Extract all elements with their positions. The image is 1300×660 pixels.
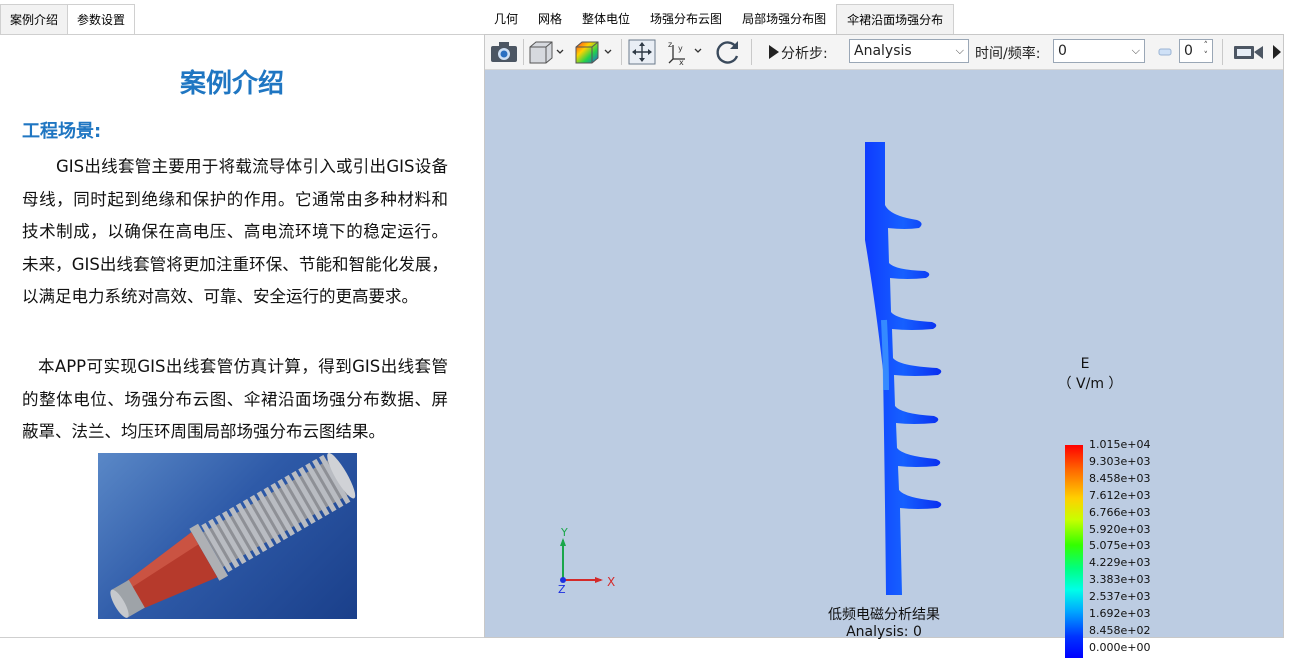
svg-text:x: x xyxy=(679,58,684,65)
divider xyxy=(523,39,524,65)
insulator-cross-section xyxy=(865,142,942,595)
render-canvas[interactable]: Y X Z 低频电磁分析结果 Analysis: 0 E （ V/m ） 1.0… xyxy=(485,70,1283,658)
color-cube-icon[interactable] xyxy=(573,39,615,65)
time-freq-label: 时间/频率: xyxy=(975,46,1041,62)
tab-local-field[interactable]: 局部场强分布图 xyxy=(732,4,836,34)
camera-icon[interactable] xyxy=(489,39,519,65)
tab-shed-surface-field[interactable]: 伞裙沿面场强分布 xyxy=(836,4,955,35)
axis-z-label: Z xyxy=(558,583,566,596)
chevron-down-icon: ⌵ xyxy=(955,44,964,57)
legend-tick-label: 5.920e+03 xyxy=(1089,522,1151,536)
analysis-caption: Analysis: 0 xyxy=(846,624,922,640)
chevron-down-icon: ⌵ xyxy=(1131,44,1140,57)
video-camera-icon[interactable] xyxy=(1233,39,1265,65)
tab-mesh[interactable]: 网格 xyxy=(528,4,572,34)
intro-paragraph-2: 本APP可实现GIS出线套管仿真计算，得到GIS出线套管的整体电位、场强分布云图… xyxy=(22,357,448,441)
divider xyxy=(621,39,622,65)
legend-tick-label: 6.766e+03 xyxy=(1089,505,1151,519)
legend-tick-label: 7.612e+03 xyxy=(1089,488,1151,502)
divider xyxy=(1222,39,1223,65)
svg-text:z: z xyxy=(668,40,672,49)
section-title: 工程场景: xyxy=(22,121,102,142)
time-freq-value: 0 xyxy=(1058,43,1067,59)
legend-tick-label: 1.015e+04 xyxy=(1089,438,1151,451)
legend-tick-label: 9.303e+03 xyxy=(1089,454,1151,468)
bushing-photo xyxy=(98,453,357,619)
intro-paragraph-1: GIS出线套管主要用于将载流导体引入或引出GIS设备母线，同时起到绝缘和保护的作… xyxy=(22,157,448,306)
intro-panel: 案例介绍 工程场景: GIS出线套管主要用于将载流导体引入或引出GIS设备母线，… xyxy=(0,35,484,635)
result-tab-bar: 几何 网格 整体电位 场强分布云图 局部场强分布图 伞裙沿面场强分布 xyxy=(484,4,955,35)
time-freq-select[interactable]: 0 ⌵ xyxy=(1053,39,1145,63)
insulator-section-plot: Y X Z xyxy=(558,142,942,596)
spin-arrows-icon: ˄ ˅ xyxy=(1203,41,1209,61)
legend-unit: （ V/m ） xyxy=(1057,376,1123,392)
legend-tick-label: 0.000e+00 xyxy=(1089,640,1151,654)
analysis-step-label: 分析步: xyxy=(781,46,828,62)
legend-tick-label: 1.692e+03 xyxy=(1089,607,1151,620)
result-caption: 低频电磁分析结果 xyxy=(828,607,940,623)
legend-title: E xyxy=(1080,356,1090,372)
tab-overall-potential[interactable]: 整体电位 xyxy=(572,4,640,34)
tab-case-intro[interactable]: 案例介绍 xyxy=(0,4,69,35)
play-icon[interactable] xyxy=(1271,39,1283,65)
color-legend-bar xyxy=(1065,445,1083,658)
tab-param-settings[interactable]: 参数设置 xyxy=(68,4,136,35)
axis-y-label: Y xyxy=(560,526,568,539)
left-tab-bar: 案例介绍 参数设置 xyxy=(0,4,136,35)
result-viewer: zyx 分析步: Analysis ⌵ 时间/频率: 0 ⌵ 0 ˄ ˅ Y X… xyxy=(484,34,1284,658)
legend-tick-label: 8.458e+02 xyxy=(1089,623,1151,637)
legend-tick-label: 8.458e+03 xyxy=(1089,471,1151,485)
analysis-step-select[interactable]: Analysis ⌵ xyxy=(849,39,969,63)
slider-handle-icon[interactable] xyxy=(1157,39,1173,65)
legend-tick-label: 2.537e+03 xyxy=(1089,590,1151,604)
divider xyxy=(751,39,752,65)
rotate-icon[interactable] xyxy=(713,39,743,65)
divider xyxy=(0,637,484,638)
play-icon[interactable] xyxy=(767,39,781,65)
axis-x-label: X xyxy=(607,575,615,589)
move-icon[interactable] xyxy=(627,39,657,65)
tab-geometry[interactable]: 几何 xyxy=(484,4,528,34)
tab-field-contour[interactable]: 场强分布云图 xyxy=(640,4,732,34)
legend-tick-label: 5.075e+03 xyxy=(1089,539,1151,553)
analysis-step-value: Analysis xyxy=(854,43,912,59)
legend-tick-label: 3.383e+03 xyxy=(1089,573,1151,587)
axes-icon[interactable]: zyx xyxy=(665,39,705,65)
viewer-toolbar: zyx 分析步: Analysis ⌵ 时间/频率: 0 ⌵ 0 ˄ ˅ xyxy=(485,35,1283,70)
cube-view-icon[interactable] xyxy=(527,39,565,65)
legend-tick-label: 4.229e+03 xyxy=(1089,556,1151,570)
svg-text:y: y xyxy=(678,44,683,53)
page-title: 案例介绍 xyxy=(179,69,284,99)
axis-triad: Y X Z xyxy=(558,526,615,596)
frame-value: 0 xyxy=(1184,43,1193,59)
frame-spinbox[interactable]: 0 ˄ ˅ xyxy=(1179,39,1213,63)
